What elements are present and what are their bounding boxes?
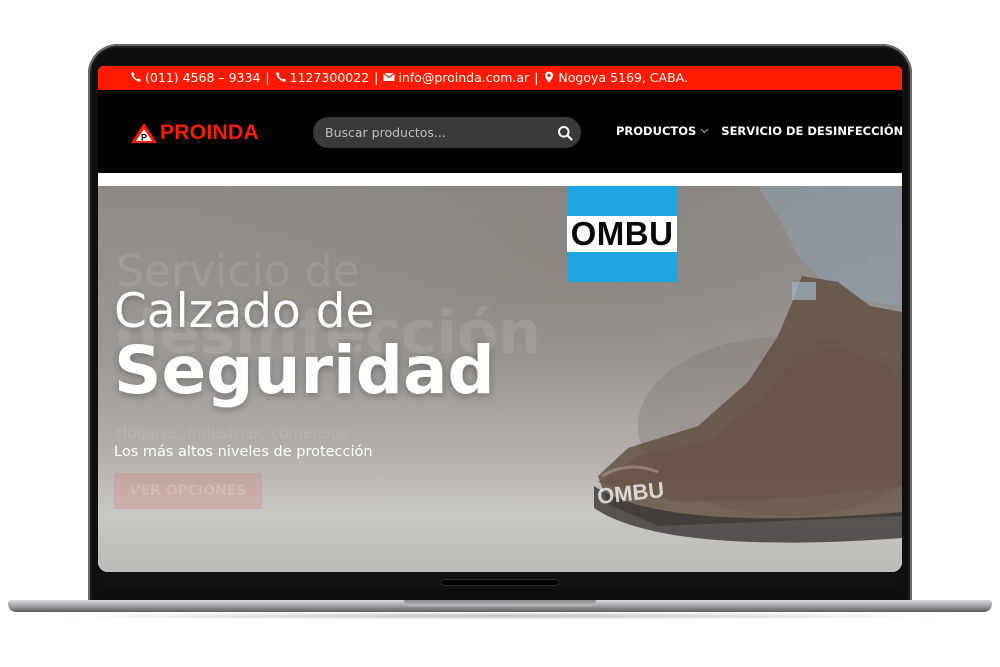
phone-icon xyxy=(275,72,286,82)
phone-number-1[interactable]: (011) 4568 – 9334 xyxy=(145,70,260,85)
main-menu: PRODUCTOS SERVICIO DE DESINFECCIÓN xyxy=(616,124,902,138)
ghost-slide-subtitle: Hogares, industrias, comercios xyxy=(116,424,348,442)
search-icon xyxy=(558,125,573,141)
product-search xyxy=(313,117,581,148)
hero-subtitle: Los más altos niveles de protección xyxy=(114,444,373,460)
browser-viewport: (011) 4568 – 9334 | 1127300022 | info@proi… xyxy=(98,66,902,572)
envelope-icon xyxy=(383,72,396,81)
menu-item-label: PRODUCTOS xyxy=(616,124,697,138)
email-link[interactable]: info@proinda.com.ar xyxy=(398,70,529,85)
chevron-down-icon xyxy=(700,128,709,134)
address-text: Nogoya 5169, CABA. xyxy=(558,70,688,85)
search-button[interactable] xyxy=(549,117,581,148)
map-marker-icon xyxy=(545,71,554,83)
laptop-hinge-notch xyxy=(442,580,558,585)
menu-item-productos[interactable]: PRODUCTOS xyxy=(616,124,709,138)
menu-item-servicio-desinfeccion[interactable]: SERVICIO DE DESINFECCIÓN xyxy=(721,124,902,138)
site-logo[interactable]: P PROINDA xyxy=(130,121,259,144)
laptop-base-groove xyxy=(404,600,596,606)
header-spacer xyxy=(98,173,902,186)
hero-title-line2: Seguridad xyxy=(114,332,495,409)
phone-icon xyxy=(131,72,141,82)
phone-number-2[interactable]: 1127300022 xyxy=(290,70,370,85)
logo-triangle-icon: P xyxy=(131,123,157,143)
contact-topbar: (011) 4568 – 9334 | 1127300022 | info@proi… xyxy=(98,66,902,90)
ghost-slide-button: VER OPCIONES xyxy=(114,473,262,509)
laptop-shadow xyxy=(40,612,960,620)
search-input[interactable] xyxy=(313,124,549,141)
hero-title-line1: Calzado de xyxy=(114,284,375,339)
brand-name: OMBU xyxy=(570,215,674,252)
hero-slider: OMBU Servicio de desinfección Hogares, i… xyxy=(98,186,902,572)
header-navbar: P PROINDA PRODUCTOS SERVICIO DE DESINF xyxy=(98,90,902,173)
brand-badge-band: OMBU xyxy=(567,215,677,252)
svg-text:P: P xyxy=(141,133,147,143)
menu-item-label: SERVICIO DE DESINFECCIÓN xyxy=(721,124,902,138)
brand-badge-ombu: OMBU xyxy=(567,186,677,282)
logo-text: PROINDA xyxy=(160,121,259,144)
